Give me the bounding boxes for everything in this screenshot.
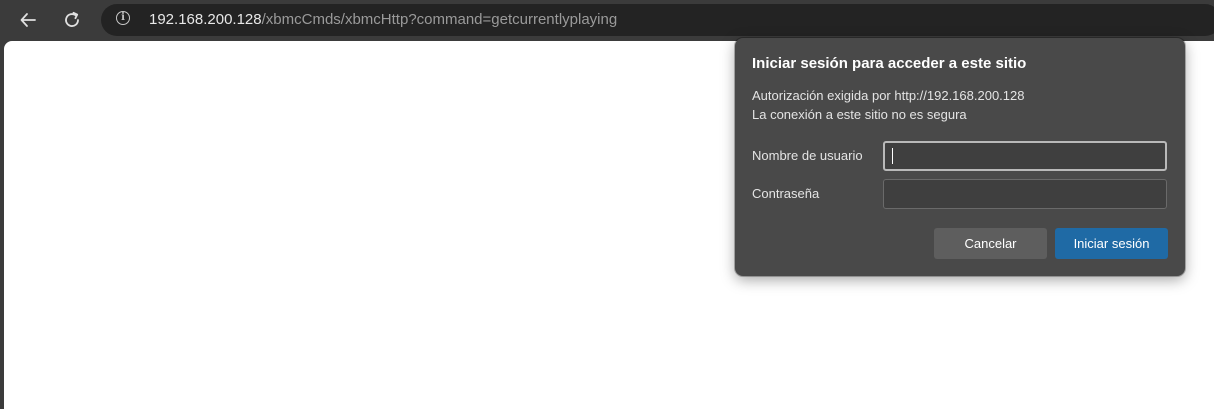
text-caret	[892, 148, 893, 164]
insecure-connection-text: La conexión a este sitio no es segura	[752, 107, 967, 122]
password-field[interactable]	[883, 179, 1167, 209]
password-label: Contraseña	[752, 186, 820, 201]
url-host: 192.168.200.128	[149, 11, 262, 28]
username-label: Nombre de usuario	[752, 148, 863, 163]
dialog-title: Iniciar sesión para acceder a este sitio	[752, 55, 1027, 72]
browser-toolbar: i 192.168.200.128/xbmcCmds/xbmcHttp?comm…	[0, 0, 1214, 40]
url-text[interactable]: 192.168.200.128/xbmcCmds/xbmcHttp?comman…	[149, 11, 617, 29]
reload-icon	[65, 11, 79, 27]
cancel-button[interactable]: Cancelar	[934, 228, 1047, 259]
sign-in-button[interactable]: Iniciar sesión	[1055, 228, 1168, 259]
login-dialog: Iniciar sesión para acceder a este sitio…	[735, 38, 1185, 276]
back-button[interactable]	[13, 5, 43, 35]
username-field[interactable]	[883, 141, 1167, 171]
info-icon[interactable]: i	[116, 11, 130, 25]
arrow-left-icon	[20, 13, 36, 27]
url-path: /xbmcCmds/xbmcHttp?command=getcurrentlyp…	[261, 11, 618, 28]
reload-button[interactable]	[57, 5, 87, 35]
auth-required-text: Autorización exigida por http://192.168.…	[752, 88, 1025, 103]
